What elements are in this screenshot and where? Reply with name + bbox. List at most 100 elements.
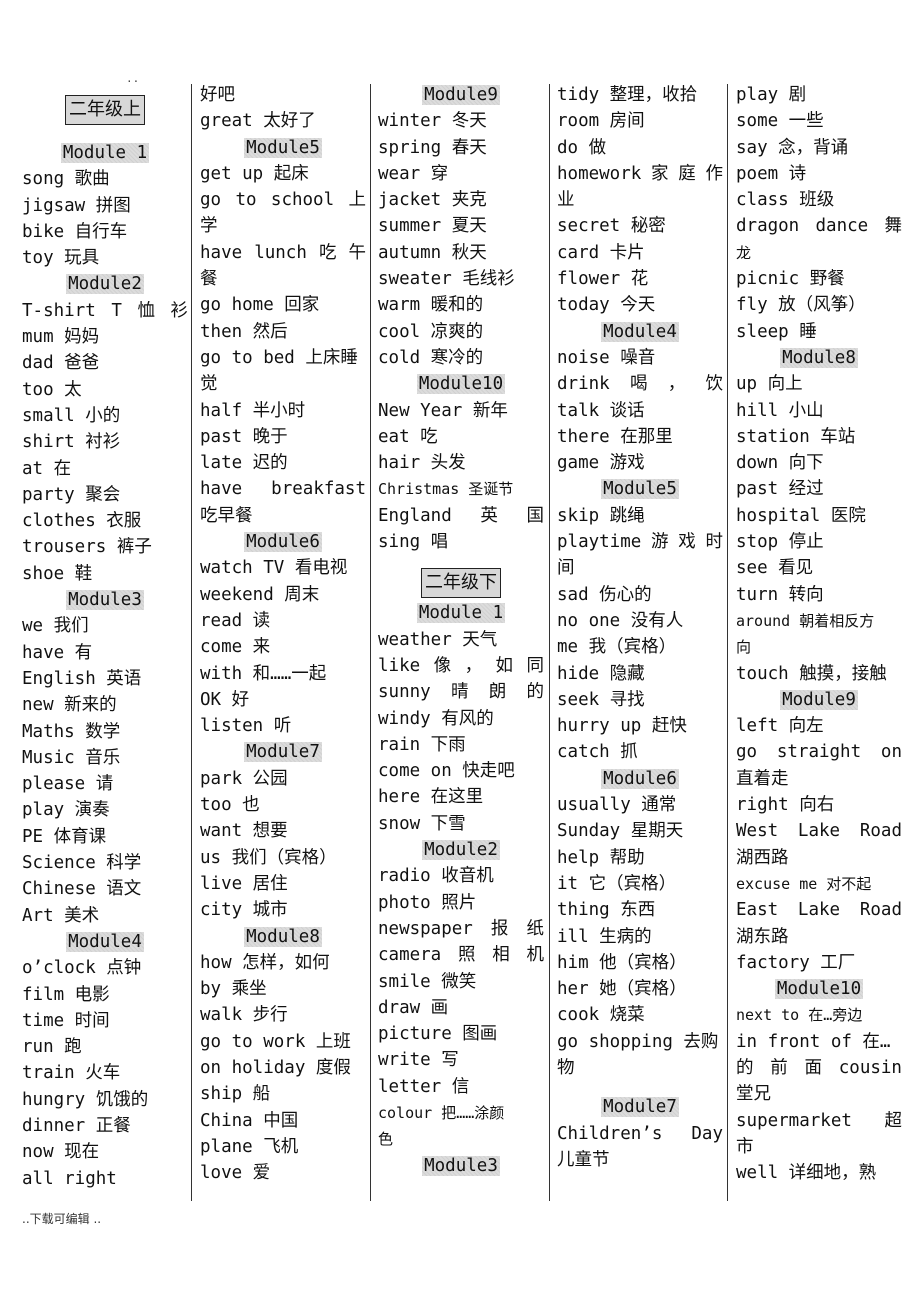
vocab-entry: Children’s Day — [557, 1121, 723, 1147]
vocab-token: 英 — [480, 505, 498, 526]
vocab-entry: half 半小时 — [200, 400, 306, 421]
vocab-token: breakfast — [271, 479, 366, 500]
vocab-entry: rain 下雨 — [378, 734, 466, 755]
vocab-entry: hide 隐藏 — [557, 663, 645, 684]
vocab-entry: summer 夏天 — [378, 216, 487, 237]
vocab-entry: station 车站 — [736, 426, 856, 447]
vocab-entry: clothes 衣服 — [22, 511, 142, 532]
vocab-entry: love 爱 — [200, 1163, 271, 1184]
vocab-entry: bike 自行车 — [22, 221, 128, 242]
vocab-entry: 物 — [557, 1057, 575, 1078]
vocab-token: 戏 — [678, 532, 696, 553]
module-heading: Module9 — [378, 82, 544, 108]
vocab-entry: it 它（宾格） — [557, 873, 677, 894]
vocab-entry: right 向右 — [736, 795, 835, 816]
vocab-entry: sweater 毛线衫 — [378, 269, 515, 290]
module-heading: Module3 — [378, 1153, 544, 1179]
vocab-token: 上 — [348, 190, 367, 211]
vocab-entry: go shopping 去购 — [557, 1031, 719, 1052]
vocab-entry: please 请 — [22, 774, 114, 795]
vocab-token: 家 — [651, 163, 669, 184]
vocab-token: 相 — [492, 945, 510, 966]
vocab-entry: have breakfast — [200, 476, 366, 502]
vocab-entry: read 读 — [200, 610, 271, 631]
vocab-entry: secret 秘密 — [557, 216, 666, 237]
vocab-entry: get up 起床 — [200, 163, 309, 184]
vocab-entry: excuse me 对不起 — [736, 874, 872, 893]
vocab-entry: 堂兄 — [736, 1084, 771, 1105]
vocab-entry: Music 音乐 — [22, 747, 121, 768]
vocab-token: have — [200, 242, 243, 263]
vocab-entry: around 朝着相反方 — [736, 611, 875, 630]
vocab-entry: help 帮助 — [557, 847, 645, 868]
vocab-entry: small 小的 — [22, 405, 121, 426]
vocab-token: 午 — [348, 242, 366, 263]
vocab-entry: playtime 游戏时 — [557, 529, 723, 555]
vocab-entry: fly 放（风筝） — [736, 295, 866, 316]
vocab-token: West — [736, 821, 779, 842]
grade-heading-label: 二年级上 — [65, 95, 145, 125]
vocab-token: ， — [667, 374, 686, 395]
vocab-entry: English 英语 — [22, 668, 142, 689]
vocab-entry: room 房间 — [557, 111, 645, 132]
vocab-entry: draw 画 — [378, 997, 449, 1018]
vocab-entry: Sunday 星期天 — [557, 821, 684, 842]
vocab-entry: have lunch 吃午 — [200, 240, 366, 266]
vocab-entry: smile 微笑 — [378, 971, 477, 992]
module-heading-label: Module9 — [422, 85, 500, 105]
vocab-entry: do 做 — [557, 137, 607, 158]
vocab-entry: with 和……一起 — [200, 663, 327, 684]
vocab-token: 国 — [526, 505, 544, 526]
module-heading-label: Module4 — [66, 931, 144, 952]
vocab-entry: up 向上 — [736, 374, 803, 395]
vocab-entry: then 然后 — [200, 321, 288, 342]
vocab-token: T — [111, 300, 122, 321]
module-heading: Module7 — [200, 739, 366, 765]
vocab-entry: 餐 — [200, 269, 218, 290]
vocab-token: on — [880, 742, 902, 763]
vocab-entry: come on 快走吧 — [378, 761, 515, 782]
module-heading-label: Module10 — [774, 979, 864, 1000]
vocab-entry: seek 寻找 — [557, 689, 645, 710]
module-heading-label: Module5 — [601, 479, 679, 500]
module-heading: Module10 — [736, 976, 902, 1002]
vocab-entry: past 经过 — [736, 479, 824, 500]
vocab-entry: how 怎样，如何 — [200, 952, 330, 973]
vocab-entry: T-shirt T 恤衫 — [22, 298, 188, 324]
vocab-entry: cook 烧菜 — [557, 1005, 645, 1026]
vocab-column-2: 好吧 great 太好了 Module5 get up 起床 go to school 上学 h… — [200, 82, 366, 1186]
vocab-entry: hair 头发 — [378, 453, 466, 474]
vocab-column-4: tidy 整理，收拾 room 房间 do 做 homework 家庭作业 secret … — [557, 82, 723, 1173]
module-heading: Module5 — [200, 135, 366, 161]
module-heading: Module8 — [736, 345, 902, 371]
module-heading-label: Module3 — [66, 590, 144, 611]
vocab-entry: like 像 ， 如同 — [378, 653, 544, 679]
vocab-token: Children’s — [557, 1123, 663, 1144]
vocab-entry: trousers 裤子 — [22, 537, 152, 558]
vocab-entry: noise 噪音 — [557, 347, 656, 368]
vocab-entry: me 我（宾格） — [557, 637, 677, 658]
vocab-entry: go to work 上班 — [200, 1031, 351, 1052]
vocab-entry: 湖西路 — [736, 847, 789, 868]
vocab-token: 前 — [770, 1057, 788, 1078]
module-heading-label: Module2 — [422, 840, 500, 861]
vocab-token: 纸 — [526, 918, 544, 939]
vocab-entry: next to 在…旁边 — [736, 1006, 863, 1025]
module-heading-label: Module 1 — [416, 603, 506, 624]
vocab-token: Day — [691, 1123, 723, 1144]
vocab-entry: too 太 — [22, 379, 82, 400]
vocab-entry: weekend 周末 — [200, 584, 320, 605]
vocab-entry: at 在 — [22, 458, 72, 479]
module-heading: Module 1 — [22, 140, 188, 166]
vocab-entry: toy 玩具 — [22, 248, 100, 269]
vocab-entry: poem 诗 — [736, 163, 807, 184]
vocab-entry: listen 听 — [200, 716, 292, 737]
vocab-entry: photo 照片 — [378, 892, 477, 913]
vocab-token: like — [378, 655, 421, 676]
module-heading: Module3 — [22, 587, 188, 613]
vocab-token: camera — [378, 945, 442, 966]
vocab-entry: want 想要 — [200, 821, 288, 842]
module-heading: Module6 — [557, 766, 723, 792]
